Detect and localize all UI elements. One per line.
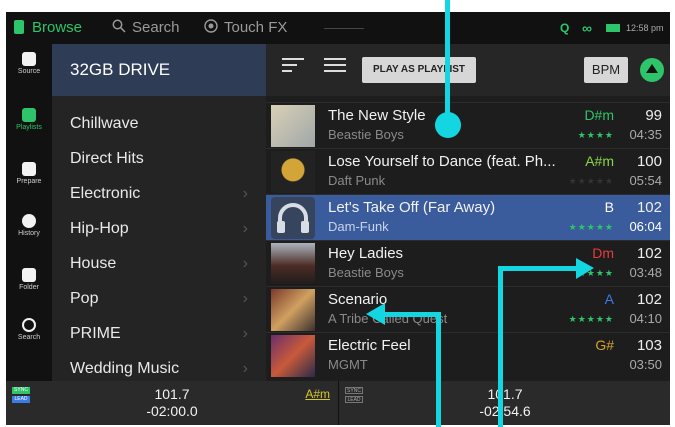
annotation-callouts: [366, 0, 594, 427]
callout-line-right: [498, 266, 503, 427]
callout-arrow-left: [366, 303, 385, 325]
callout-line-left: [436, 312, 441, 427]
callout-line-right-arm: [498, 266, 578, 271]
callout-line-top: [445, 0, 450, 120]
callout-arrow-right: [576, 258, 594, 279]
callout-line-left-arm: [382, 312, 441, 317]
callout-dot: [435, 112, 461, 138]
